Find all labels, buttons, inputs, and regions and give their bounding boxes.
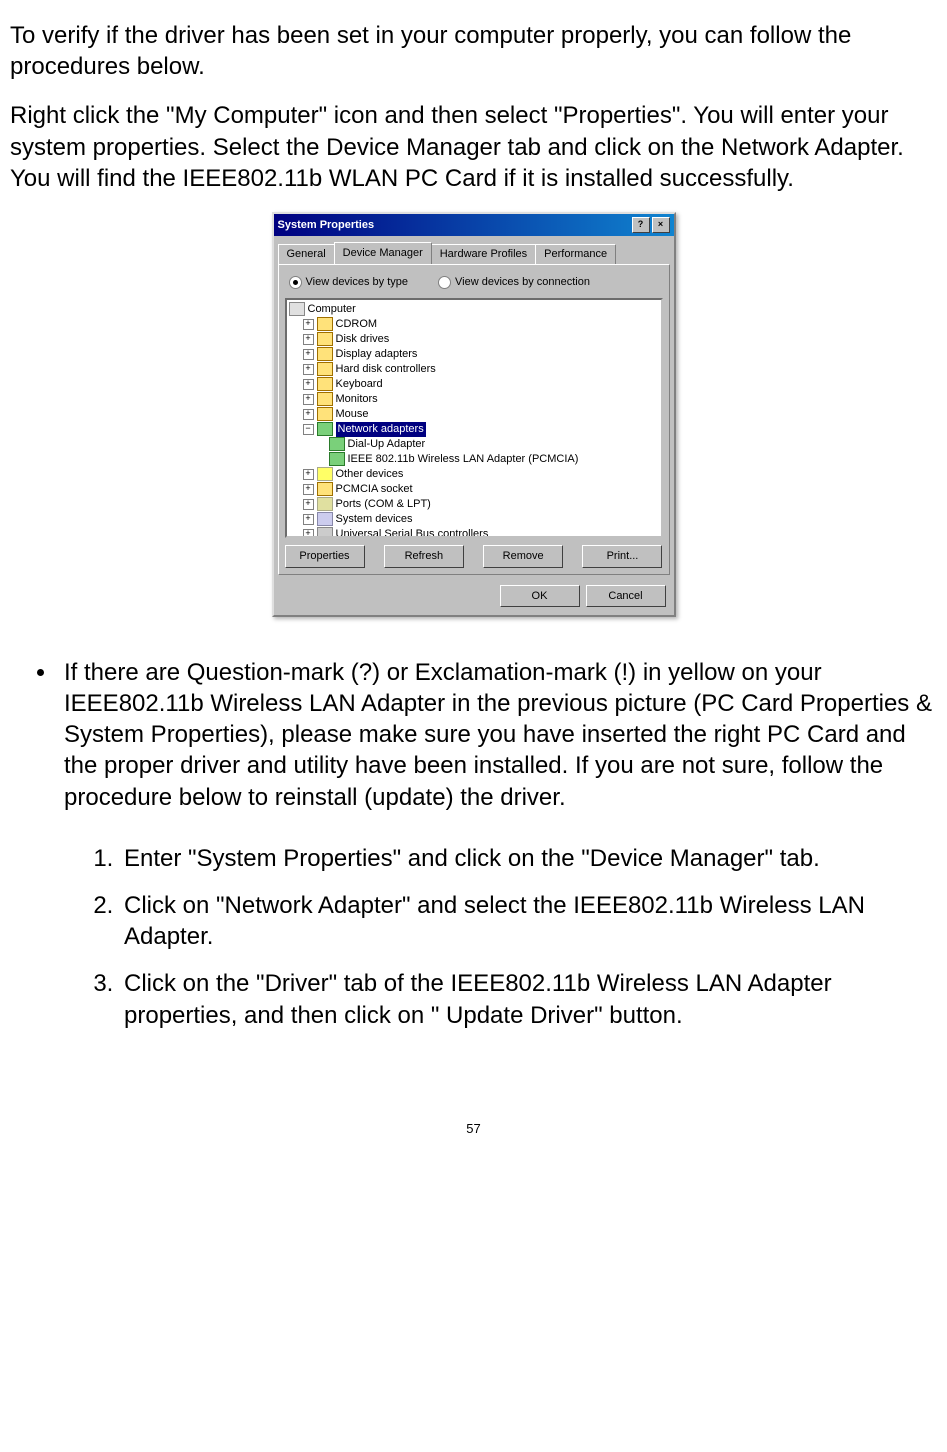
network-icon bbox=[317, 422, 333, 436]
tree-label: Other devices bbox=[336, 467, 404, 482]
remove-button[interactable]: Remove bbox=[483, 545, 563, 567]
radio-view-by-type[interactable]: View devices by type bbox=[289, 275, 409, 289]
tree-item[interactable]: + Disk drives bbox=[289, 332, 659, 347]
tree-label: Disk drives bbox=[336, 332, 390, 347]
tree-label: Display adapters bbox=[336, 347, 418, 362]
tree-item[interactable]: + Display adapters bbox=[289, 347, 659, 362]
tree-label: Monitors bbox=[336, 392, 378, 407]
tree-item[interactable]: + Keyboard bbox=[289, 377, 659, 392]
expand-icon[interactable]: + bbox=[303, 409, 314, 420]
expand-icon[interactable]: + bbox=[303, 394, 314, 405]
page-number: 57 bbox=[10, 1121, 937, 1138]
keyboard-icon bbox=[317, 377, 333, 391]
titlebar: System Properties ? × bbox=[274, 214, 674, 236]
tree-item[interactable]: + Mouse bbox=[289, 407, 659, 422]
usb-icon bbox=[317, 527, 333, 538]
refresh-button[interactable]: Refresh bbox=[384, 545, 464, 567]
computer-icon bbox=[289, 302, 305, 316]
display-icon bbox=[317, 347, 333, 361]
expand-icon[interactable]: + bbox=[303, 364, 314, 375]
tree-label-selected: Network adapters bbox=[336, 422, 426, 437]
paragraph-instructions: Right click the "My Computer" icon and t… bbox=[10, 100, 937, 194]
tree-child[interactable]: IEEE 802.11b Wireless LAN Adapter (PCMCI… bbox=[289, 452, 659, 467]
tree-item[interactable]: + Monitors bbox=[289, 392, 659, 407]
expand-icon[interactable]: + bbox=[303, 334, 314, 345]
tree-label: Hard disk controllers bbox=[336, 362, 436, 377]
tree-child-label: IEEE 802.11b Wireless LAN Adapter (PCMCI… bbox=[348, 452, 579, 467]
collapse-icon[interactable]: − bbox=[303, 424, 314, 435]
mouse-icon bbox=[317, 407, 333, 421]
tree-label: Mouse bbox=[336, 407, 369, 422]
cancel-button[interactable]: Cancel bbox=[586, 585, 666, 607]
tree-item[interactable]: + CDROM bbox=[289, 317, 659, 332]
tree-root-label: Computer bbox=[308, 302, 356, 317]
hdd-icon bbox=[317, 362, 333, 376]
tree-label: Universal Serial Bus controllers bbox=[336, 527, 489, 538]
monitor-icon bbox=[317, 392, 333, 406]
disk-icon bbox=[317, 332, 333, 346]
close-button[interactable]: × bbox=[652, 217, 670, 233]
ports-icon bbox=[317, 497, 333, 511]
radio-dot-icon bbox=[438, 276, 451, 289]
pcmcia-icon bbox=[317, 482, 333, 496]
tree-label: System devices bbox=[336, 512, 413, 527]
step-item: Enter "System Properties" and click on t… bbox=[120, 843, 937, 874]
tree-label: Keyboard bbox=[336, 377, 383, 392]
tab-panel: View devices by type View devices by con… bbox=[278, 264, 670, 574]
window-title: System Properties bbox=[278, 218, 630, 232]
expand-icon[interactable]: + bbox=[303, 529, 314, 538]
help-button[interactable]: ? bbox=[632, 217, 650, 233]
tree-item[interactable]: + Other devices bbox=[289, 467, 659, 482]
adapter-icon bbox=[329, 437, 345, 451]
bullet-list: If there are Question-mark (?) or Exclam… bbox=[10, 657, 937, 813]
ok-button[interactable]: OK bbox=[500, 585, 580, 607]
dialog-button-row: OK Cancel bbox=[274, 581, 674, 615]
radio-label-type: View devices by type bbox=[306, 275, 409, 289]
tab-strip: General Device Manager Hardware Profiles… bbox=[274, 236, 674, 264]
tree-child-label: Dial-Up Adapter bbox=[348, 437, 426, 452]
print-button[interactable]: Print... bbox=[582, 545, 662, 567]
expand-icon[interactable]: + bbox=[303, 379, 314, 390]
system-properties-dialog: System Properties ? × General Device Man… bbox=[272, 212, 676, 617]
radio-dot-icon bbox=[289, 276, 302, 289]
tree-label: CDROM bbox=[336, 317, 378, 332]
tree-item-network[interactable]: − Network adapters bbox=[289, 422, 659, 437]
tree-item[interactable]: + Universal Serial Bus controllers bbox=[289, 527, 659, 538]
tree-child[interactable]: Dial-Up Adapter bbox=[289, 437, 659, 452]
device-tree[interactable]: Computer + CDROM + Disk drives + Display ad… bbox=[285, 298, 663, 538]
properties-button[interactable]: Properties bbox=[285, 545, 365, 567]
tree-label: PCMCIA socket bbox=[336, 482, 413, 497]
tab-device-manager[interactable]: Device Manager bbox=[334, 242, 432, 264]
expand-icon[interactable]: + bbox=[303, 349, 314, 360]
expand-icon[interactable]: + bbox=[303, 514, 314, 525]
numbered-steps: Enter "System Properties" and click on t… bbox=[10, 843, 937, 1031]
tab-general[interactable]: General bbox=[278, 244, 335, 266]
tree-item[interactable]: + PCMCIA socket bbox=[289, 482, 659, 497]
tab-hardware-profiles[interactable]: Hardware Profiles bbox=[431, 244, 536, 266]
expand-icon[interactable]: + bbox=[303, 499, 314, 510]
tab-performance[interactable]: Performance bbox=[535, 244, 616, 266]
tree-item[interactable]: + Ports (COM & LPT) bbox=[289, 497, 659, 512]
paragraph-intro: To verify if the driver has been set in … bbox=[10, 20, 937, 82]
expand-icon[interactable]: + bbox=[303, 484, 314, 495]
screenshot-container: System Properties ? × General Device Man… bbox=[10, 212, 937, 617]
radio-view-by-connection[interactable]: View devices by connection bbox=[438, 275, 590, 289]
radio-label-connection: View devices by connection bbox=[455, 275, 590, 289]
cdrom-icon bbox=[317, 317, 333, 331]
step-item: Click on "Network Adapter" and select th… bbox=[120, 890, 937, 952]
tree-item[interactable]: + System devices bbox=[289, 512, 659, 527]
tree-item[interactable]: + Hard disk controllers bbox=[289, 362, 659, 377]
expand-icon[interactable]: + bbox=[303, 469, 314, 480]
system-devices-icon bbox=[317, 512, 333, 526]
bullet-item: If there are Question-mark (?) or Exclam… bbox=[58, 657, 937, 813]
view-mode-radios: View devices by type View devices by con… bbox=[285, 273, 663, 297]
adapter-icon bbox=[329, 452, 345, 466]
tree-root[interactable]: Computer bbox=[289, 302, 659, 317]
tree-button-row: Properties Refresh Remove Print... bbox=[285, 545, 663, 567]
other-devices-icon bbox=[317, 467, 333, 481]
step-item: Click on the "Driver" tab of the IEEE802… bbox=[120, 968, 937, 1030]
expand-icon[interactable]: + bbox=[303, 319, 314, 330]
tree-label: Ports (COM & LPT) bbox=[336, 497, 431, 512]
